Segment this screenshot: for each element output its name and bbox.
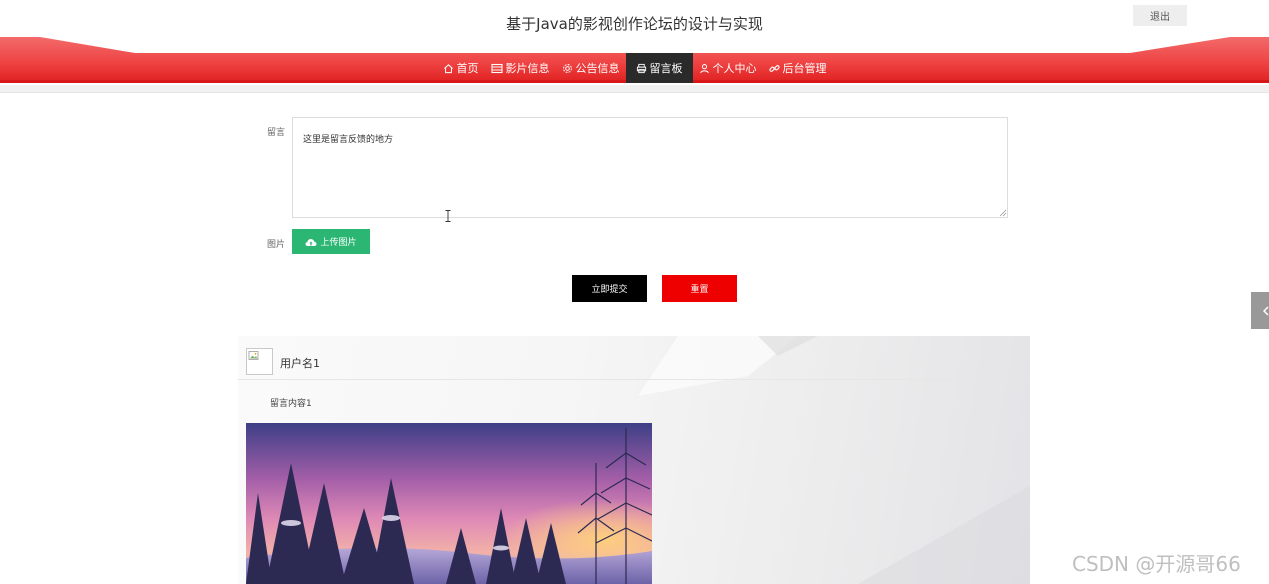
printer-icon: [636, 63, 646, 73]
upload-button-label: 上传图片: [320, 238, 357, 248]
message-username: 用户名1: [280, 357, 320, 370]
avatar: [246, 348, 273, 375]
navbar: 首页 影片信息 公告信息 留言板 个人中心 后台管理: [0, 37, 1269, 83]
cloud-upload-icon: [305, 238, 317, 246]
message-content: 留言内容1: [270, 399, 312, 409]
nav-item-admin[interactable]: 后台管理: [763, 53, 833, 83]
nav-item-label: 后台管理: [782, 62, 827, 75]
nav-item-profile[interactable]: 个人中心: [693, 53, 763, 83]
film-icon: [490, 63, 503, 73]
nav-menu: 首页 影片信息 公告信息 留言板 个人中心 后台管理: [0, 53, 1269, 83]
reset-button[interactable]: 重置: [662, 275, 737, 302]
user-icon: [699, 63, 709, 73]
home-icon: [443, 63, 453, 73]
resize-handle-icon[interactable]: [999, 209, 1007, 217]
nav-item-label: 影片信息: [505, 62, 550, 75]
link-icon: [768, 64, 780, 72]
upload-image-button[interactable]: 上传图片: [292, 229, 370, 254]
logout-button[interactable]: 退出: [1133, 5, 1187, 26]
broken-image-icon: [248, 351, 259, 360]
text-cursor-icon: [445, 210, 451, 222]
breadcrumb-strip: [0, 85, 1269, 93]
nav-item-films[interactable]: 影片信息: [485, 53, 556, 83]
nav-item-label: 个人中心: [712, 62, 757, 75]
nav-item-home[interactable]: 首页: [437, 53, 485, 83]
watermark: CSDN @开源哥66: [1072, 552, 1241, 576]
message-header: 用户名1: [238, 336, 1030, 380]
message-image[interactable]: [246, 423, 652, 584]
message-label: 留言: [267, 128, 286, 138]
gear-icon: [562, 63, 572, 73]
side-collapse-tab[interactable]: [1251, 292, 1269, 329]
submit-button[interactable]: 立即提交: [572, 275, 647, 302]
nav-item-guestbook[interactable]: 留言板: [625, 53, 693, 83]
image-label: 图片: [267, 240, 286, 250]
message-list-item: 用户名1 留言内容1: [238, 336, 1030, 584]
winter-forest-image: [246, 423, 652, 584]
site-title: 基于Java的影视创作论坛的设计与实现: [506, 15, 763, 33]
nav-item-notices[interactable]: 公告信息: [556, 53, 626, 83]
nav-item-label: 公告信息: [575, 62, 620, 75]
nav-item-label: 首页: [456, 62, 479, 75]
page: 基于Java的影视创作论坛的设计与实现 退出 首页 影片信息 公告信息 留言板 …: [0, 0, 1269, 584]
nav-item-label: 留言板: [649, 62, 683, 75]
message-textarea[interactable]: [292, 117, 1008, 218]
chevron-left-icon: [1263, 305, 1269, 316]
